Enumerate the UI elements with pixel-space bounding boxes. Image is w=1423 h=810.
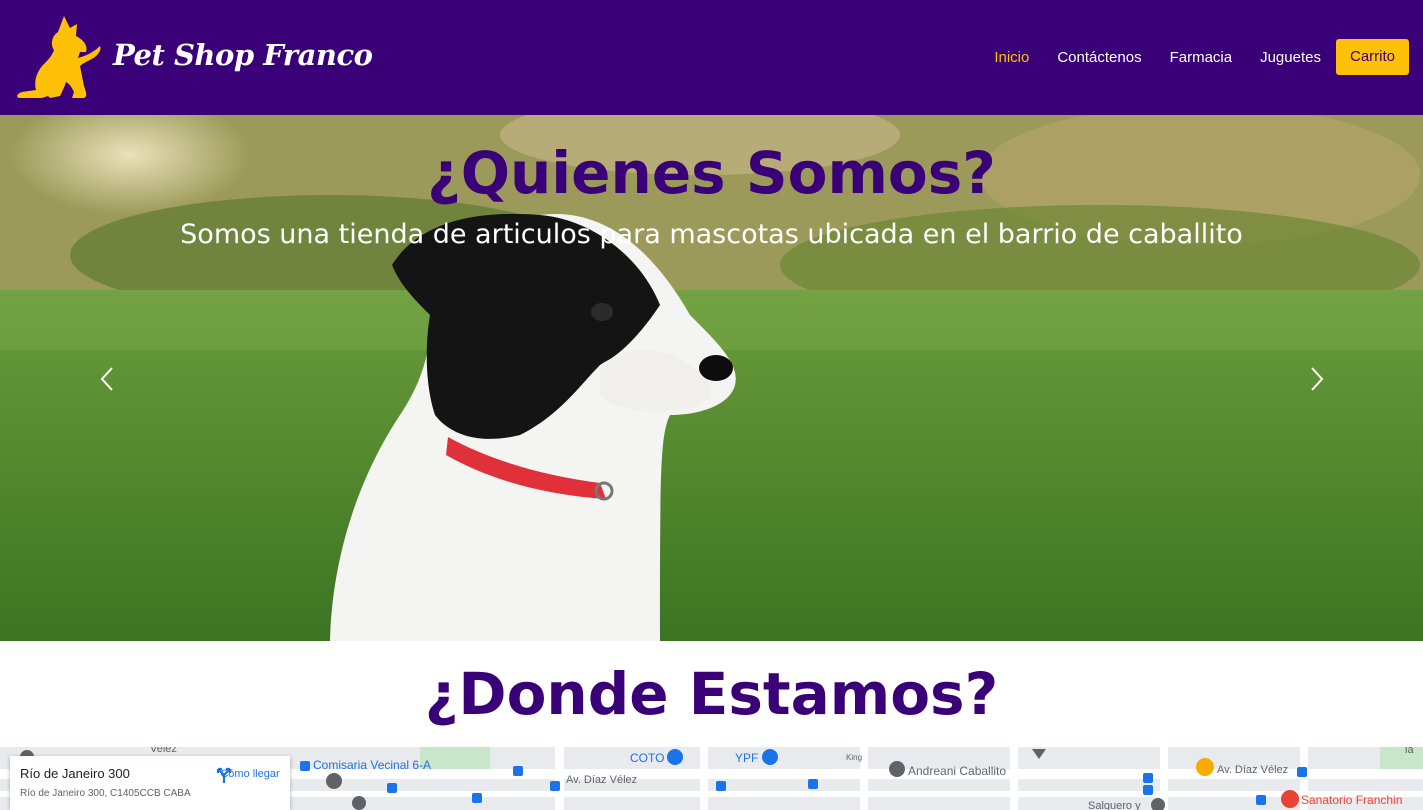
directions-button[interactable]: Cómo llegar bbox=[215, 766, 285, 783]
map-place-address: Río de Janeiro 300, C1405CCB CABA bbox=[20, 788, 191, 799]
directions-icon bbox=[216, 767, 232, 783]
brand-name[interactable]: Pet Shop Franco bbox=[113, 38, 373, 72]
map-poi-sanatorio[interactable]: Sanatorio Franchin bbox=[1301, 793, 1402, 807]
map-label-diaz-velez-2: Av. Díaz Vélez bbox=[1217, 764, 1289, 776]
map-label-diaz-velez-1: Av. Díaz Vélez bbox=[566, 774, 638, 786]
map-place-name: Río de Janeiro 300 bbox=[20, 766, 130, 781]
cart-button[interactable]: Carrito bbox=[1335, 39, 1409, 75]
map-label-la: la bbox=[1405, 747, 1414, 756]
nav-link-inicio[interactable]: Inicio bbox=[994, 49, 1029, 66]
chevron-right-icon[interactable] bbox=[1309, 366, 1325, 392]
location-title: ¿Donde Estamos? bbox=[424, 660, 999, 728]
nav-menu: Inicio Contáctenos Farmacia Juguetes Car… bbox=[966, 39, 1409, 75]
nav-link-farmacia[interactable]: Farmacia bbox=[1170, 49, 1233, 66]
map-label-king: King bbox=[846, 753, 863, 762]
navbar: Pet Shop Franco Inicio Contáctenos Farma… bbox=[0, 0, 1423, 115]
google-map[interactable]: Velez Comisaria Vecinal 6-A COTO YPF Av.… bbox=[0, 747, 1423, 810]
map-label-salguero: Salguero y bbox=[1088, 800, 1141, 810]
map-poi-ypf[interactable]: YPF bbox=[735, 751, 758, 765]
hero-subtitle: Somos una tienda de articulos para masco… bbox=[180, 219, 1243, 250]
nav-link-juguetes[interactable]: Juguetes bbox=[1260, 49, 1321, 66]
hero-carousel: ¿Quienes Somos? Somos una tienda de arti… bbox=[0, 115, 1423, 641]
map-poi-andreani[interactable]: Andreani Caballito bbox=[908, 764, 1006, 778]
dog-logo-icon[interactable] bbox=[14, 12, 104, 102]
map-poi-coto[interactable]: COTO bbox=[630, 751, 664, 765]
map-poi-comisaria[interactable]: Comisaria Vecinal 6-A bbox=[313, 758, 431, 772]
nav-link-contactenos[interactable]: Contáctenos bbox=[1057, 49, 1141, 66]
map-place-card: Río de Janeiro 300 Río de Janeiro 300, C… bbox=[10, 756, 290, 810]
chevron-left-icon[interactable] bbox=[99, 366, 115, 392]
map-label-velez: Velez bbox=[150, 747, 177, 755]
hero-title: ¿Quienes Somos? bbox=[427, 139, 996, 207]
